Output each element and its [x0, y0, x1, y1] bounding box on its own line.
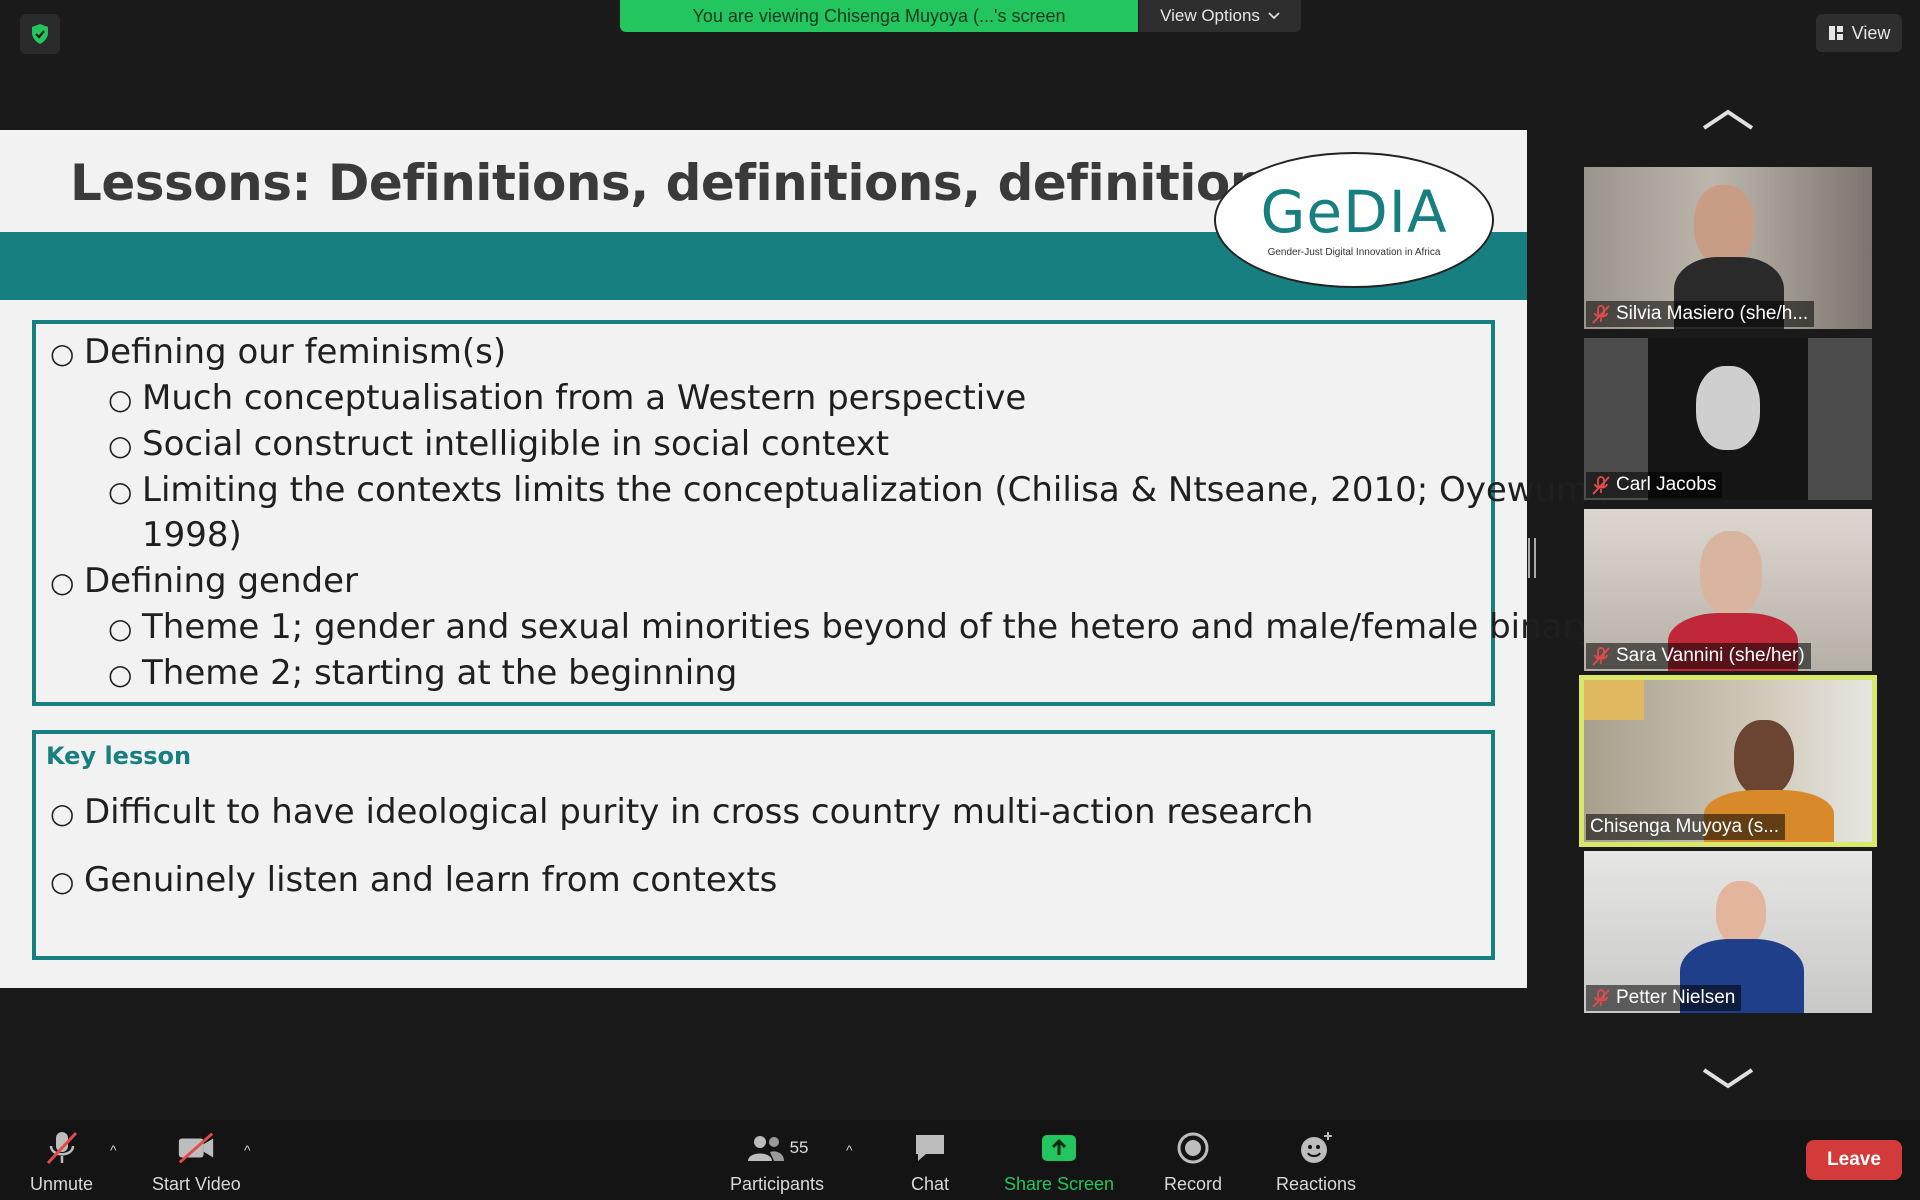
wall-poster — [1584, 680, 1644, 720]
list-item: ○ Genuinely listen and learn from context… — [50, 860, 778, 900]
chat-button[interactable]: Chat — [910, 1128, 950, 1195]
definitions-box: ○ Defining our feminism(s) ○ Much conceptu… — [32, 320, 1610, 706]
shared-slide: Lessons: Definitions, definitions, defin… — [0, 130, 1610, 988]
chat-label: Chat — [910, 1174, 950, 1194]
participant-face — [1734, 720, 1794, 796]
list-item: ○ Theme 1; gender and sexual minorities b… — [108, 607, 1597, 647]
reactions-label: Reactions — [1276, 1174, 1357, 1194]
slide-title: Lessons: Definitions, definitions, defin… — [70, 154, 1295, 212]
participants-count: 55 — [789, 1138, 809, 1157]
zoom-meeting-window: You are viewing Chisenga Muyoya (...'s s… — [0, 0, 1920, 1200]
list-item: ○ Limiting the contexts limits the concep… — [108, 470, 1610, 510]
key-lesson-title: Key lesson — [46, 742, 192, 770]
list-item: ○ Difficult to have ideological purity in… — [50, 792, 1314, 832]
list-item: ○ Much conceptualisation from a Western p… — [108, 378, 1027, 418]
view-button-label: View — [1851, 22, 1891, 43]
video-options-caret[interactable]: ^ — [244, 1142, 251, 1158]
screen-share-banner: You are viewing Chisenga Muyoya (...'s s… — [620, 0, 1138, 32]
list-item: ○ Social construct intelligible in social… — [108, 424, 890, 464]
gedia-logo: GeDIA Gender-Just Digital Innovation in … — [1214, 152, 1494, 288]
participant-tile[interactable]: Carl Jacobs — [1584, 338, 1872, 500]
participant-face — [1694, 185, 1754, 265]
start-video-label: Start Video — [152, 1174, 241, 1194]
key-lesson-box: Key lesson ○ Difficult to have ideologica… — [32, 730, 1495, 960]
logo-main-text: GeDIA — [1260, 177, 1448, 246]
view-options-button[interactable]: View Options — [1139, 0, 1301, 32]
participants-icon — [747, 1136, 784, 1161]
chevron-down-icon[interactable] — [1700, 1064, 1756, 1094]
view-options-label: View Options — [1160, 6, 1260, 25]
mic-muted-icon — [1592, 647, 1610, 666]
participant-name-tag: Sara Vannini (she/her) — [1586, 643, 1811, 669]
panel-resize-handle[interactable] — [1528, 538, 1536, 578]
start-video-button[interactable]: Start Video — [152, 1128, 241, 1195]
reactions-button[interactable]: Reactions — [1276, 1128, 1356, 1195]
security-shield-icon[interactable] — [20, 14, 60, 54]
participant-tile[interactable]: Sara Vannini (she/her) — [1584, 509, 1872, 671]
mic-muted-icon — [1592, 989, 1610, 1008]
list-item: ○ Theme 2; starting at the beginning — [108, 653, 738, 693]
unmute-label: Unmute — [30, 1174, 94, 1194]
participant-face — [1696, 366, 1760, 450]
reactions-icon — [1301, 1132, 1333, 1163]
chevron-down-icon — [1268, 12, 1280, 20]
record-button[interactable]: Record — [1164, 1128, 1222, 1195]
mic-muted-icon — [1592, 305, 1610, 324]
unmute-button[interactable]: Unmute — [30, 1128, 93, 1195]
chevron-up-icon[interactable] — [1700, 104, 1756, 134]
participants-options-caret[interactable]: ^ — [846, 1142, 853, 1158]
participant-tile[interactable]: Petter Nielsen — [1584, 851, 1872, 1013]
video-off-icon — [179, 1132, 214, 1164]
audio-options-caret[interactable]: ^ — [110, 1142, 117, 1158]
layout-grid-icon — [1828, 26, 1843, 40]
record-label: Record — [1164, 1174, 1223, 1194]
list-item-continuation: 1998) — [142, 515, 242, 555]
participant-name-tag: Chisenga Muyoya (s... — [1586, 814, 1786, 840]
leave-button[interactable]: Leave — [1806, 1140, 1902, 1180]
participant-tile-active-speaker[interactable]: Chisenga Muyoya (s... — [1579, 675, 1877, 847]
list-item: ○ Defining gender — [50, 561, 358, 601]
participant-face — [1700, 531, 1762, 615]
share-screen-button[interactable]: Share Screen — [1004, 1128, 1114, 1195]
mic-muted-icon — [46, 1131, 77, 1165]
participants-button[interactable]: 55 Participants — [730, 1128, 824, 1195]
share-screen-icon — [1042, 1135, 1077, 1161]
mic-muted-icon — [1592, 476, 1610, 495]
logo-sub-text: Gender-Just Digital Innovation in Africa — [1267, 246, 1441, 258]
participant-name-tag: Carl Jacobs — [1586, 472, 1723, 498]
participant-face — [1716, 881, 1766, 945]
list-item: ○ Defining our feminism(s) — [50, 332, 507, 372]
participant-name-tag: Petter Nielsen — [1586, 985, 1742, 1011]
chat-icon — [916, 1135, 944, 1161]
participants-label: Participants — [730, 1174, 825, 1194]
participant-tile[interactable]: Silvia Masiero (she/h... — [1584, 167, 1872, 329]
view-layout-button[interactable]: View — [1816, 14, 1902, 52]
participant-name-tag: Silvia Masiero (she/h... — [1586, 301, 1815, 327]
record-icon — [1177, 1132, 1209, 1164]
share-screen-label: Share Screen — [1004, 1174, 1115, 1194]
meeting-toolbar: Unmute ^ Start Video ^ 55 Participants ^… — [0, 1120, 1920, 1200]
